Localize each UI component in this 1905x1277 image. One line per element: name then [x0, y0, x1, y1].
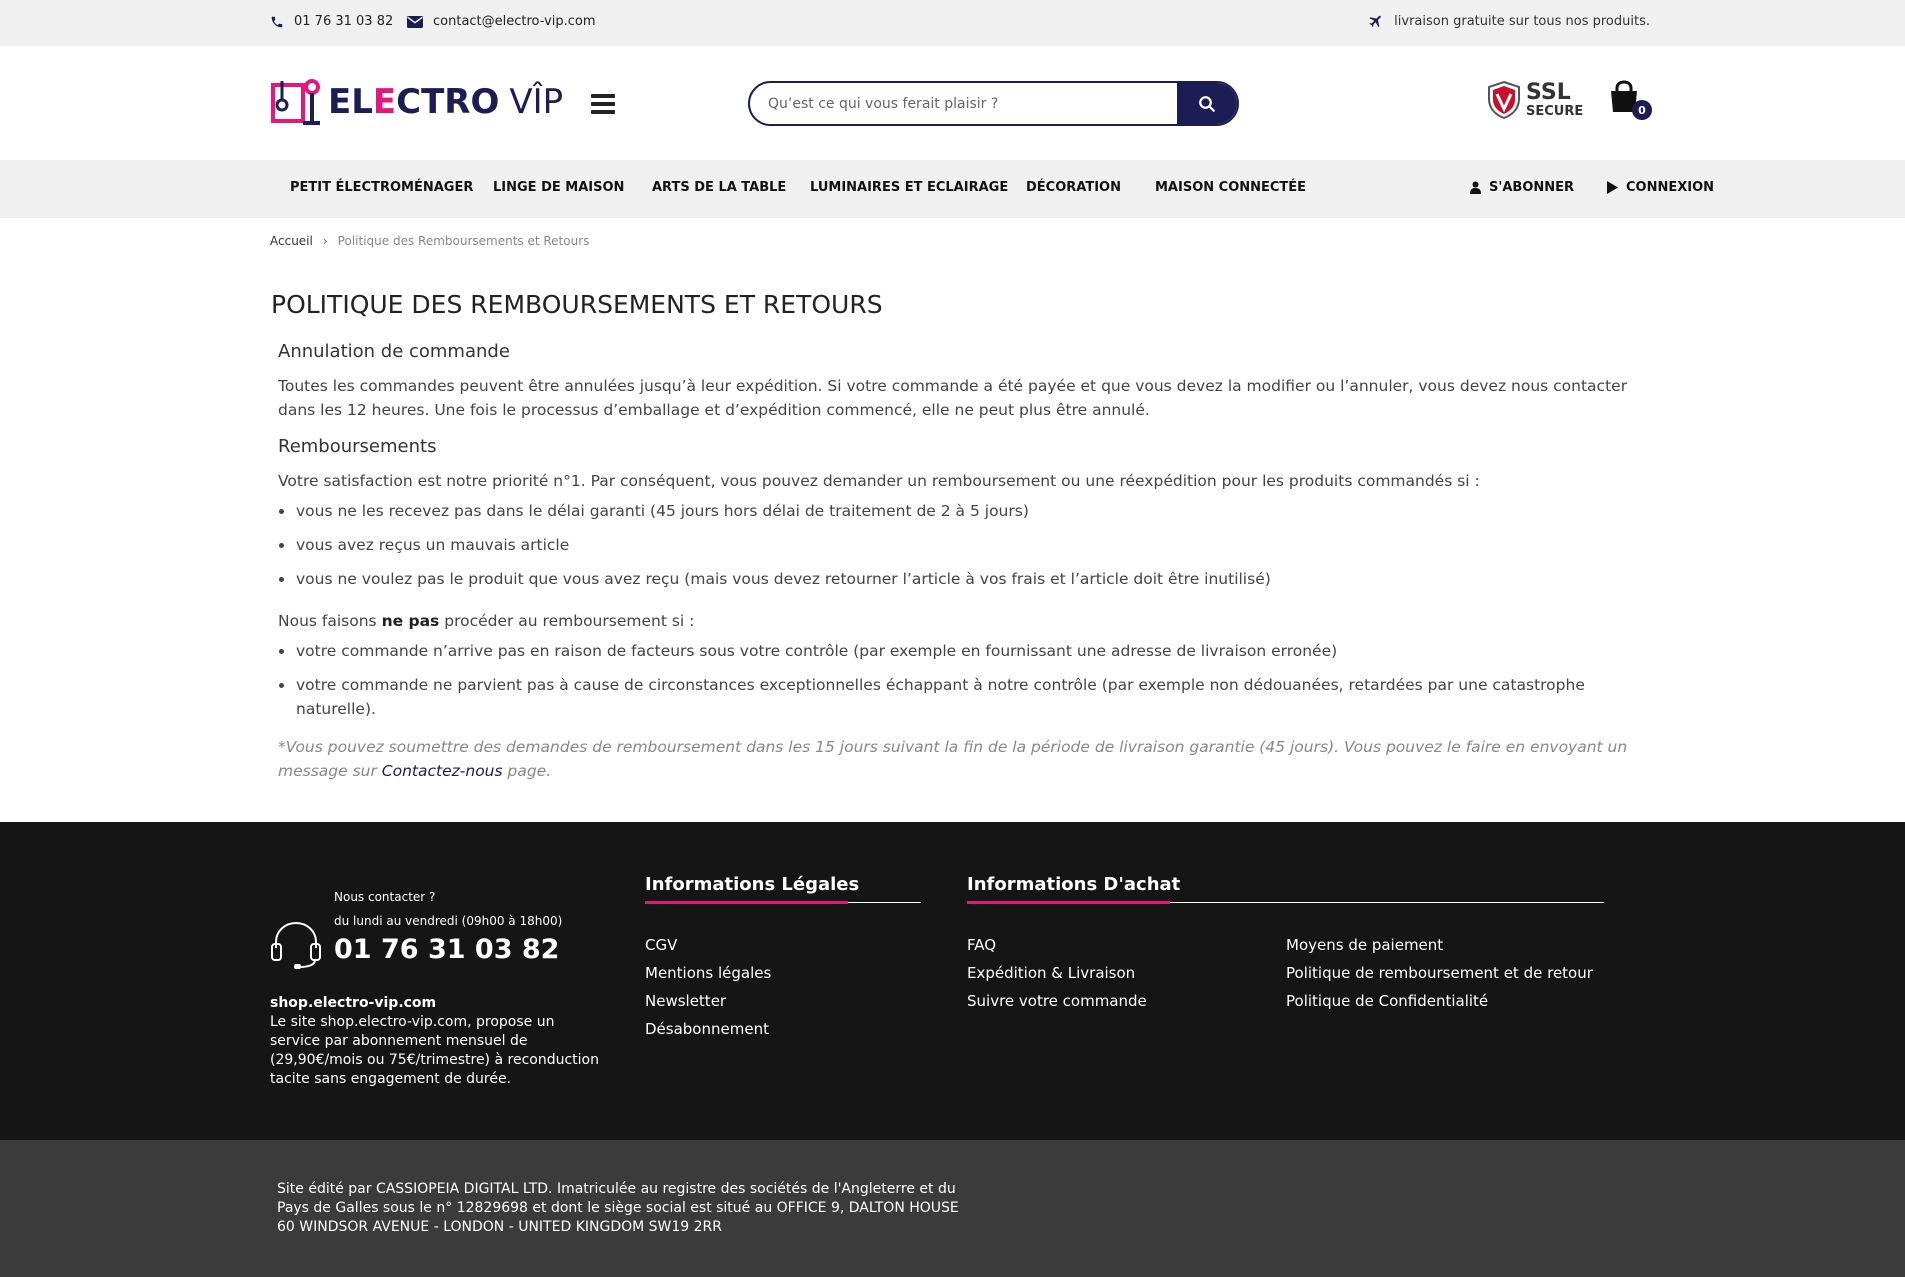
logo-text-ctro: CTRO — [396, 82, 500, 122]
headset-icon — [271, 921, 321, 969]
phone-icon — [271, 16, 283, 27]
breadcrumb-separator: › — [322, 234, 328, 248]
policy-body: Annulation de commande Toutes les comman… — [278, 341, 1650, 783]
footer-contact-label: Nous contacter ? — [334, 890, 436, 904]
footer-site-name: shop.electro-vip.com — [270, 995, 437, 1011]
footer-phone[interactable]: 01 76 31 03 82 — [334, 934, 559, 965]
no-refund-pre: Nous faisons — [278, 612, 382, 630]
envelope-icon — [407, 15, 423, 28]
logo-text-el: EL — [328, 82, 373, 122]
logo-text-vip: VÎP — [509, 82, 564, 122]
subscribe-label: S'ABONNER — [1489, 180, 1575, 195]
footer-link-cgv[interactable]: CGV — [645, 936, 677, 954]
user-icon — [1470, 181, 1481, 194]
topbar-phone[interactable]: 01 76 31 03 82 — [270, 14, 393, 29]
footer-link-track-order[interactable]: Suivre votre commande — [967, 992, 1147, 1010]
refund-conditions-list: vous ne les recevez pas dans le délai ga… — [278, 499, 1650, 591]
topbar-email-text: contact@electro-vip.com — [433, 14, 596, 29]
site-logo[interactable]: ELECTRO VÎP — [270, 76, 563, 128]
footer-link-shipping[interactable]: Expédition & Livraison — [967, 964, 1135, 982]
footer-link-faq[interactable]: FAQ — [967, 936, 996, 954]
ssl-secure-badge: SSL SECURE — [1486, 80, 1583, 120]
section-refunds-intro: Votre satisfaction est notre priorité n°… — [278, 472, 1480, 490]
no-refund-post: procéder au remboursement si : — [439, 612, 695, 630]
footer-contact-hours: du lundi au vendredi (09h00 à 18h00) — [334, 914, 563, 928]
list-item: vous ne voulez pas le produit que vous a… — [278, 567, 1650, 591]
breadcrumb-home[interactable]: Accueil — [270, 234, 313, 248]
ssl-text: SSL SECURE — [1526, 80, 1584, 119]
cart-button[interactable]: 0 — [1608, 80, 1652, 122]
footer-site-info: shop.electro-vip.com Le site shop.electr… — [270, 994, 600, 1089]
play-arrow-icon — [1607, 181, 1618, 194]
footer-link-privacy[interactable]: Politique de Confidentialité — [1286, 992, 1488, 1010]
main-content: POLITIQUE DES REMBOURSEMENTS ET RETOURS … — [270, 290, 1650, 783]
search-button[interactable] — [1177, 83, 1237, 124]
breadcrumb-current: Politique des Remboursements et Retours — [337, 234, 590, 248]
footer-bottom-bar: Site édité par CASSIOPEIA DIGITAL LTD. I… — [0, 1140, 1905, 1277]
login-label: CONNEXION — [1626, 180, 1715, 195]
no-refund-intro: Nous faisons ne pas procéder au rembours… — [278, 609, 1650, 633]
logo-text-e: E — [372, 82, 397, 122]
topbar-shipping-text: livraison gratuite sur tous nos produits… — [1394, 13, 1650, 29]
header: ELECTROVÎP SSL SECURE 0 — [0, 46, 1905, 160]
login-link[interactable]: CONNEXION — [1607, 180, 1714, 195]
list-item: vous avez reçus un mauvais article — [278, 533, 1650, 557]
footer-link-refund-policy[interactable]: Politique de remboursement et de retour — [1286, 964, 1593, 982]
ssl-label: SSL — [1526, 80, 1571, 105]
section-cancellation-title: Annulation de commande — [278, 341, 510, 362]
nav-item-arts-de-la-table[interactable]: ARTS DE LA TABLE — [652, 180, 786, 195]
nav-item-petit-electromenager[interactable]: PETIT ÉLECTROMÉNAGER — [290, 180, 473, 195]
cart-count-badge: 0 — [1632, 100, 1652, 120]
list-item: vous ne les recevez pas dans le délai ga… — [278, 499, 1650, 523]
nav-item-maison-connectee[interactable]: MAISON CONNECTÉE — [1155, 180, 1306, 195]
search-input[interactable] — [750, 83, 1177, 124]
top-bar: 01 76 31 03 82 contact@electro-vip.com l… — [0, 0, 1905, 46]
list-item: votre commande ne parvient pas à cause d… — [278, 673, 1650, 721]
contact-us-link[interactable]: Contactez-nous — [382, 762, 503, 780]
footer-legal-notice: Site édité par CASSIOPEIA DIGITAL LTD. I… — [277, 1181, 959, 1235]
plane-icon — [1369, 15, 1381, 28]
footer-link-unsubscribe[interactable]: Désabonnement — [645, 1020, 769, 1038]
footer-link-mentions[interactable]: Mentions légales — [645, 964, 771, 982]
topbar-email[interactable]: contact@electro-vip.com — [407, 14, 596, 29]
nav-item-decoration[interactable]: DÉCORATION — [1026, 180, 1121, 195]
list-item: votre commande n’arrive pas en raison de… — [278, 639, 1650, 663]
subscribe-link[interactable]: S'ABONNER — [1470, 180, 1574, 195]
footer-purchase-column: Informations D'achat FAQ Expédition & Li… — [967, 874, 1604, 1010]
footer-purchase-title: Informations D'achat — [967, 874, 1181, 895]
footer-legal-column: Informations Légales CGV Mentions légale… — [645, 874, 921, 1038]
footer-legal-title: Informations Légales — [645, 874, 860, 895]
topbar-shipping: livraison gratuite sur tous nos produits… — [1368, 13, 1650, 29]
footer-link-payment[interactable]: Moyens de paiement — [1286, 936, 1443, 954]
footer-purchase-accent — [967, 901, 1170, 904]
section-cancellation-text: Toutes les commandes peuvent être annulé… — [278, 377, 1628, 419]
menu-hamburger-icon[interactable] — [591, 94, 615, 114]
footer: Nous contacter ? du lundi au vendredi (0… — [0, 822, 1905, 1140]
logo-mark-icon — [271, 79, 320, 125]
footer-legal-accent — [645, 901, 848, 904]
footer-site-description: Le site shop.electro-vip.com, propose un… — [270, 1014, 599, 1087]
no-refund-list: votre commande n’arrive pas en raison de… — [278, 639, 1650, 721]
search-icon — [1199, 95, 1215, 112]
secure-label: SECURE — [1526, 104, 1584, 119]
logo-text: ELECTRO VÎP — [328, 82, 563, 122]
no-refund-bold: ne pas — [381, 612, 440, 630]
search-bar — [748, 81, 1239, 126]
topbar-phone-text: 01 76 31 03 82 — [294, 14, 394, 29]
section-refunds-title: Remboursements — [278, 436, 437, 457]
refund-note: *Vous pouvez soumettre des demandes de r… — [278, 735, 1650, 783]
note-post: page. — [502, 762, 552, 780]
nav-item-luminaires[interactable]: LUMINAIRES ET ECLAIRAGE — [810, 180, 1008, 195]
page-title: POLITIQUE DES REMBOURSEMENTS ET RETOURS — [271, 290, 883, 319]
main-nav: PETIT ÉLECTROMÉNAGER LINGE DE MAISON ART… — [0, 160, 1905, 218]
breadcrumb: Accueil › Politique des Remboursements e… — [270, 234, 589, 248]
nav-item-linge-de-maison[interactable]: LINGE DE MAISON — [493, 180, 624, 195]
footer-link-newsletter[interactable]: Newsletter — [645, 992, 726, 1010]
shield-icon — [1488, 80, 1520, 120]
